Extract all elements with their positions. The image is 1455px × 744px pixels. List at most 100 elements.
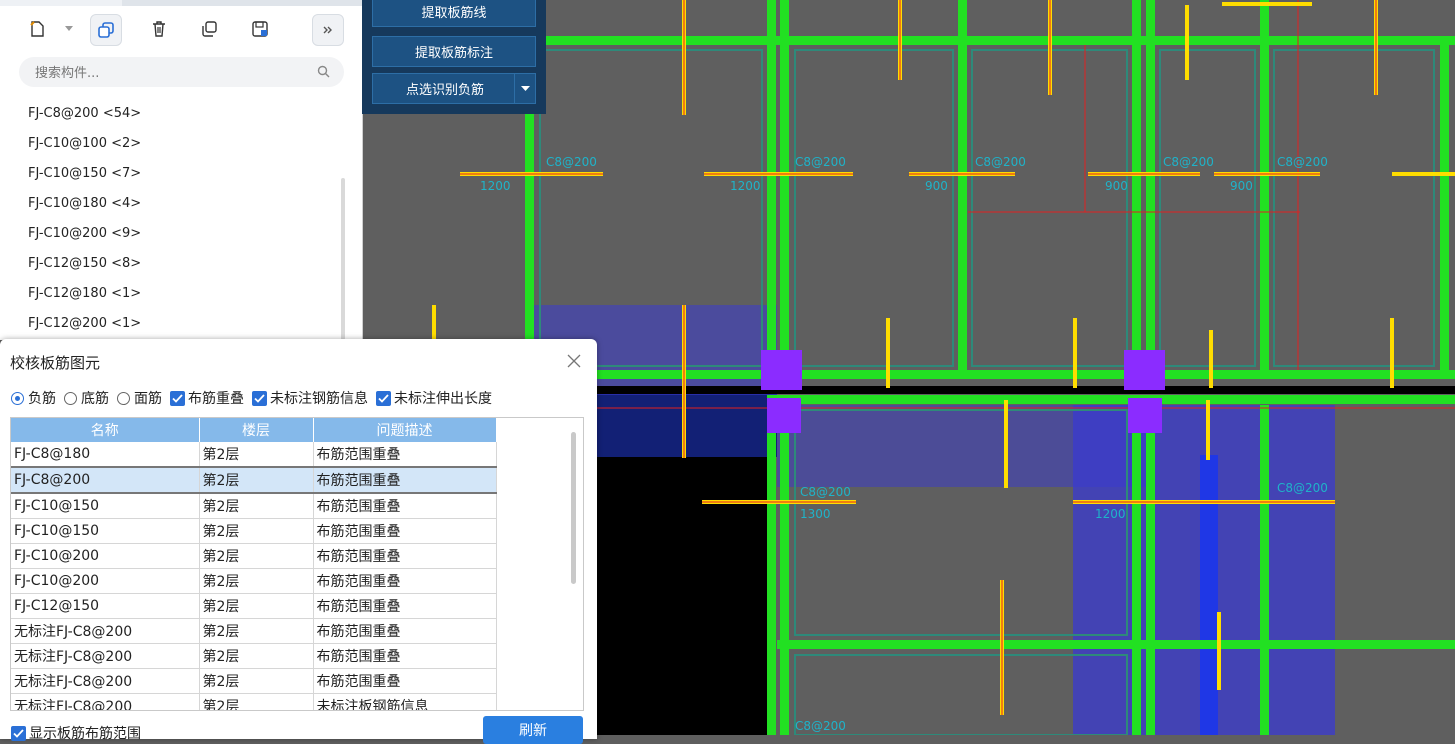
new-dropdown-button[interactable] [55,14,83,44]
table-row[interactable]: 无标注FJ-C8@200 第2层 布筋范围重叠 [11,668,497,694]
extract-rebar-line-button[interactable]: 提取板筋线 [372,0,536,27]
column-header-name[interactable]: 名称 [11,418,200,442]
component-panel: FJ-C8@200 <54> FJ-C10@100 <2> FJ-C10@150… [0,0,363,340]
cell-name: FJ-C10@200 [11,568,200,594]
overlap-strip [1200,455,1218,735]
cell-name: FJ-C10@150 [11,493,200,519]
close-icon[interactable] [566,353,582,369]
double-chevron-right-icon [323,26,332,34]
option-label: 底筋 [81,391,109,407]
cell-issue: 布筋范围重叠 [313,643,497,669]
filter-options: 负筋 底筋 面筋 布筋重叠 未标注钢筋信息 未标注伸出长度 [11,388,500,408]
cell-name: FJ-C8@200 [11,466,200,494]
rebar-spec-label: C8@200 [800,485,851,499]
cell-name: 无标注FJ-C8@200 [11,668,200,694]
checkbox-show-range[interactable]: 显示板筋布筋范围 [11,723,141,743]
cell-floor: 第2层 [199,643,314,669]
table-row[interactable]: FJ-C8@200 第2层 布筋范围重叠 [11,466,497,494]
cell-name: 无标注FJ-C8@200 [11,693,200,710]
checkbox-overlap[interactable]: 布筋重叠 [170,388,244,408]
pick-identify-split-button: 点选识别负筋 [372,73,536,104]
cell-floor: 第2层 [199,493,314,519]
component-item[interactable]: FJ-C12@180 <1> [28,279,328,309]
checkbox-checked-icon [11,725,26,741]
save-component-button[interactable] [245,14,275,44]
radio-icon [64,391,77,405]
dim-label: 1300 [800,507,831,521]
cell-issue: 布筋范围重叠 [313,543,497,569]
rebar-spec-label: C8@200 [546,155,597,169]
cell-name: FJ-C12@150 [11,593,200,619]
checkbox-checked-icon [252,390,267,406]
pick-identify-dropdown[interactable] [514,74,535,103]
cell-issue: 布筋范围重叠 [313,668,497,694]
column-header-floor[interactable]: 楼层 [199,418,314,442]
cell-issue: 布筋范围重叠 [313,442,497,468]
table-row[interactable]: 无标注FJ-C8@200 第2层 布筋范围重叠 [11,618,497,644]
component-item[interactable]: FJ-C10@180 <4> [28,189,328,219]
identify-toolbox: 提取板筋线 提取板筋标注 点选识别负筋 [362,0,546,114]
search-input[interactable] [33,63,307,83]
cell-issue: 布筋范围重叠 [313,466,497,494]
table-row[interactable]: FJ-C10@200 第2层 布筋范围重叠 [11,568,497,594]
table-row[interactable]: 无标注FJ-C8@200 第2层 未标注板钢筋信息 [11,693,497,710]
delete-component-button[interactable] [144,14,174,44]
cell-name: FJ-C10@200 [11,543,200,569]
save-icon [252,21,268,37]
table-row[interactable]: FJ-C10@150 第2层 布筋范围重叠 [11,518,497,544]
more-tools-button[interactable] [312,14,344,46]
dialog-title: 校核板筋图元 [10,354,101,372]
cell-floor: 第2层 [199,693,314,710]
checkbox-checked-icon [170,390,185,406]
refresh-button[interactable]: 刷新 [483,716,583,744]
component-item[interactable]: FJ-C12@200 <1> [28,309,328,339]
component-item[interactable]: FJ-C10@200 <9> [28,219,328,249]
cell-issue: 布筋范围重叠 [313,618,497,644]
new-component-button[interactable] [22,14,52,44]
table-row[interactable]: FJ-C10@200 第2层 布筋范围重叠 [11,543,497,569]
cell-issue: 布筋范围重叠 [313,518,497,544]
pick-identify-negative-rebar-button[interactable]: 点选识别负筋 [373,74,517,103]
cell-floor: 第2层 [199,442,314,468]
radio-icon [117,391,130,405]
cell-name: 无标注FJ-C8@200 [11,618,200,644]
search-icon[interactable] [317,65,330,78]
component-item[interactable]: FJ-C10@100 <2> [28,129,328,159]
table-scrollbar[interactable] [571,432,576,584]
column-header-issue[interactable]: 问题描述 [313,418,497,442]
chevron-down-icon [520,85,530,91]
cell-issue: 未标注板钢筋信息 [313,693,497,710]
cell-name: 无标注FJ-C8@200 [11,643,200,669]
component-item[interactable]: FJ-C10@150 <7> [28,159,328,189]
extract-rebar-label-button[interactable]: 提取板筋标注 [372,36,536,67]
option-label: 面筋 [134,391,162,407]
dim-label: 900 [925,179,948,193]
copy-component-button[interactable] [90,14,122,46]
dim-label: 900 [1105,179,1128,193]
duplicate-component-button[interactable] [194,14,224,44]
check-rebar-dialog: 校核板筋图元 负筋 底筋 面筋 布筋重叠 未标注钢筋信息 未标注伸出长度 名称 … [0,339,597,744]
list-scrollbar[interactable] [341,178,345,340]
table-row[interactable]: FJ-C10@150 第2层 布筋范围重叠 [11,493,497,519]
cell-name: FJ-C8@180 [11,442,200,468]
cell-floor: 第2层 [199,543,314,569]
radio-top-rebar[interactable]: 面筋 [117,388,162,408]
void-region [597,457,769,735]
cell-issue: 布筋范围重叠 [313,593,497,619]
radio-negative-rebar[interactable]: 负筋 [11,388,56,408]
table-row[interactable]: FJ-C8@180 第2层 布筋范围重叠 [11,442,497,468]
option-label: 未标注钢筋信息 [270,391,368,407]
radio-bottom-rebar[interactable]: 底筋 [64,388,109,408]
component-item[interactable]: FJ-C12@150 <8> [28,249,328,279]
rebar-spec-label: C8@200 [795,719,846,733]
table-row[interactable]: 无标注FJ-C8@200 第2层 布筋范围重叠 [11,643,497,669]
table-row[interactable]: FJ-C12@150 第2层 布筋范围重叠 [11,593,497,619]
panel-tab[interactable] [122,0,362,6]
checkbox-no-rebar-info[interactable]: 未标注钢筋信息 [252,388,368,408]
component-item[interactable]: FJ-C8@200 <54> [28,99,328,129]
checkbox-no-extend-length[interactable]: 未标注伸出长度 [376,388,492,408]
dim-label: 1200 [1095,507,1126,521]
cell-issue: 布筋范围重叠 [313,493,497,519]
option-label: 布筋重叠 [188,391,244,407]
dim-label: 1200 [480,179,511,193]
